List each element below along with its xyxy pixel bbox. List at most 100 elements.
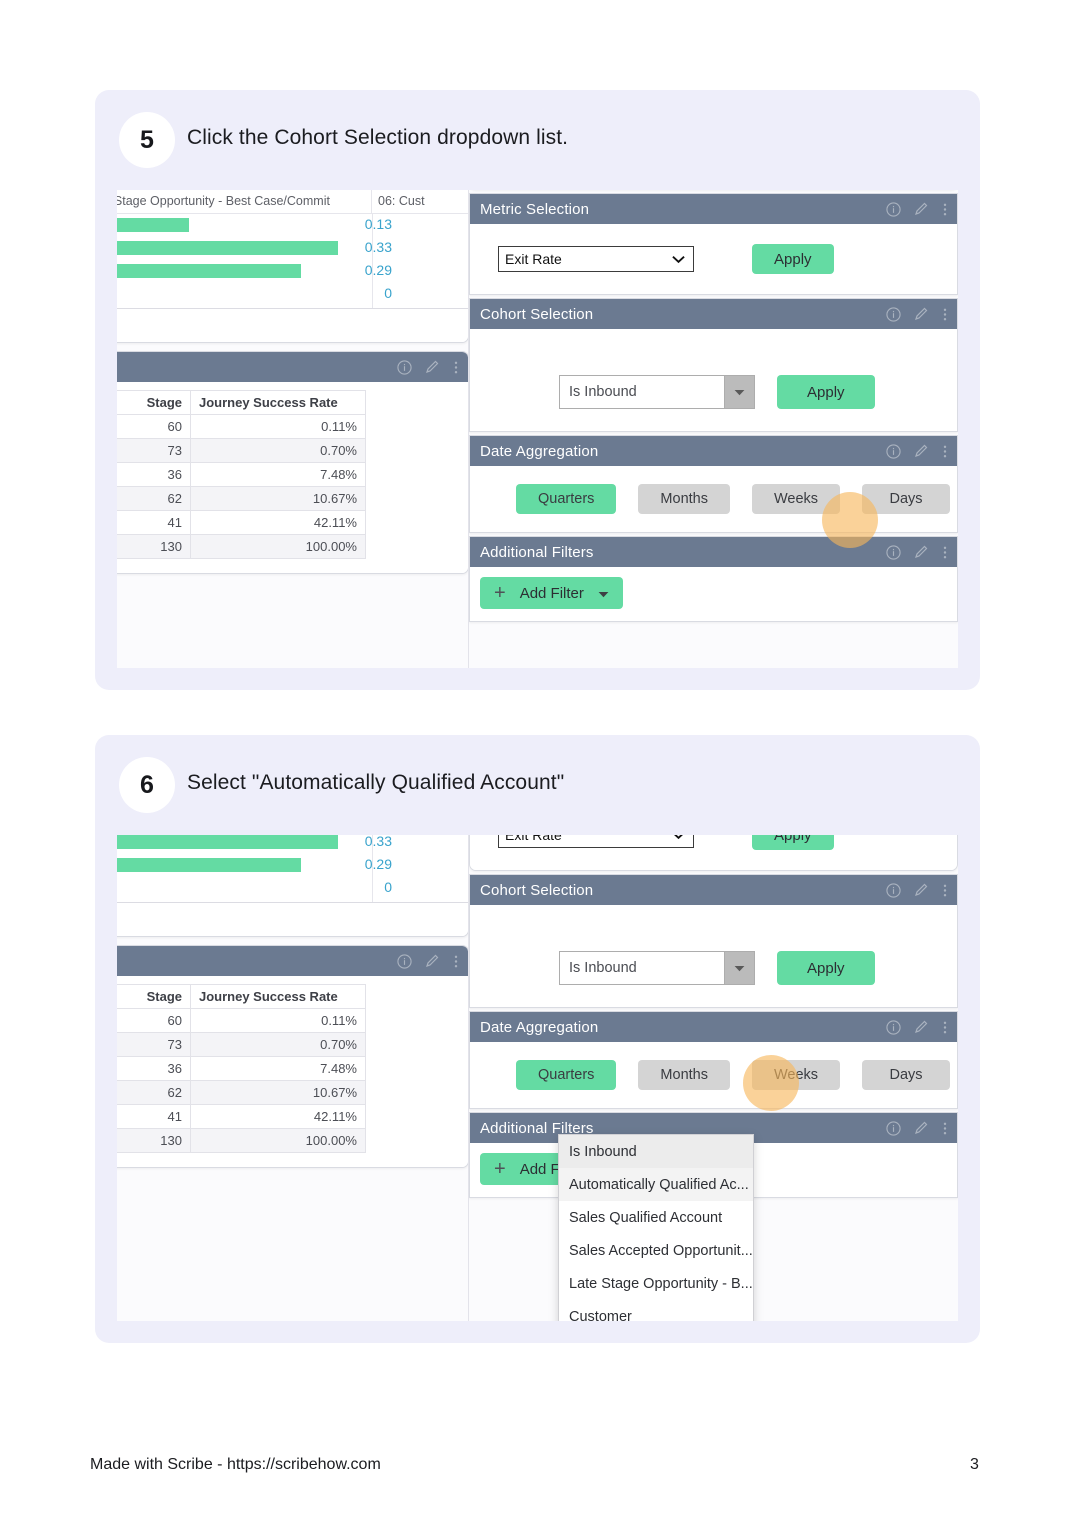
app-screenshot-6: te Stage Opportunity - Best Case/Commit … bbox=[117, 835, 958, 1321]
date-agg-days-button[interactable]: Days bbox=[862, 1060, 951, 1090]
cell-stage: 130 bbox=[117, 1128, 191, 1153]
metric-apply-button[interactable]: Apply bbox=[752, 244, 834, 274]
cell-stage: 130 bbox=[117, 534, 191, 559]
cohort-dropdown-arrow-icon[interactable] bbox=[724, 376, 754, 408]
chevron-down-icon bbox=[672, 835, 685, 843]
more-options-icon[interactable] bbox=[454, 954, 458, 969]
metric-select[interactable]: Exit Rate bbox=[498, 835, 694, 848]
journey-table-body: Stage Journey Success Rate 60 0.11% 73 0.7… bbox=[117, 382, 468, 573]
more-options-icon[interactable] bbox=[943, 545, 947, 560]
cohort-selection-row: Is Inbound Apply bbox=[470, 375, 957, 409]
date-aggregation-pills: Quarters Months Weeks Days bbox=[516, 484, 957, 514]
cell-rate: 100.00% bbox=[190, 1128, 366, 1153]
table-row: 62 10.67% bbox=[117, 1080, 366, 1105]
more-options-icon[interactable] bbox=[943, 202, 947, 217]
add-filter-chevron-icon bbox=[598, 585, 609, 602]
date-aggregation-title-bar: Date Aggregation bbox=[470, 1012, 957, 1042]
info-icon[interactable] bbox=[886, 201, 901, 217]
info-icon[interactable] bbox=[886, 544, 901, 560]
edit-pencil-icon[interactable] bbox=[425, 359, 441, 375]
table-header-row: Stage Journey Success Rate bbox=[117, 390, 366, 415]
cohort-dropdown-arrow-icon[interactable] bbox=[724, 952, 754, 984]
additional-filters-title: Additional Filters bbox=[480, 543, 594, 561]
table-row: 36 7.48% bbox=[117, 462, 366, 487]
bar-row-4: 0 bbox=[117, 283, 468, 306]
widget-icons bbox=[886, 544, 947, 560]
step-instruction-6: Select "Automatically Qualified Account" bbox=[187, 771, 565, 794]
bar-2 bbox=[117, 241, 338, 255]
bar-chart-plot: 0.13 0.33 0.29 0 bbox=[117, 214, 468, 308]
date-agg-months-button[interactable]: Months bbox=[638, 484, 730, 514]
date-aggregation-title: Date Aggregation bbox=[480, 1018, 599, 1036]
cohort-apply-button[interactable]: Apply bbox=[777, 375, 875, 409]
metric-apply-button[interactable]: Apply bbox=[752, 835, 834, 850]
cell-rate: 10.67% bbox=[190, 1080, 366, 1105]
edit-pencil-icon[interactable] bbox=[914, 306, 930, 322]
edit-pencil-icon[interactable] bbox=[425, 953, 441, 969]
table-body: 60 0.11% 73 0.70% 36 7.48% 62 10.67% 41 42.11… bbox=[117, 1008, 366, 1153]
app-right-column-5: Metric Selection Exit Rate Apply Cohort … bbox=[469, 190, 958, 668]
edit-pencil-icon[interactable] bbox=[914, 882, 930, 898]
more-options-icon[interactable] bbox=[943, 1020, 947, 1035]
more-options-icon[interactable] bbox=[943, 307, 947, 322]
bar-value-3: 0.29 bbox=[364, 856, 392, 872]
widget-icons bbox=[886, 201, 947, 217]
cohort-option-customer[interactable]: Customer bbox=[559, 1300, 753, 1322]
edit-pencil-icon[interactable] bbox=[914, 1120, 930, 1136]
date-agg-weeks-button[interactable]: Weeks bbox=[751, 484, 841, 514]
footer-attribution: Made with Scribe - https://scribehow.com bbox=[90, 1456, 381, 1473]
bar-row-3: 0.29 bbox=[117, 260, 468, 283]
info-icon[interactable] bbox=[886, 443, 901, 459]
cohort-option-sales-accepted-opportunity[interactable]: Sales Accepted Opportunit... bbox=[559, 1234, 753, 1267]
chart-footer-space bbox=[117, 902, 468, 936]
edit-pencil-icon[interactable] bbox=[914, 544, 930, 560]
info-icon[interactable] bbox=[397, 359, 412, 375]
info-icon[interactable] bbox=[886, 1120, 901, 1136]
edit-pencil-icon[interactable] bbox=[914, 201, 930, 217]
cohort-option-sales-qualified-account[interactable]: Sales Qualified Account bbox=[559, 1201, 753, 1234]
cohort-apply-button[interactable]: Apply bbox=[777, 951, 875, 985]
cell-stage: 41 bbox=[117, 1104, 191, 1129]
more-options-icon[interactable] bbox=[454, 360, 458, 375]
info-icon[interactable] bbox=[397, 953, 412, 969]
cohort-option-late-stage-opportunity[interactable]: Late Stage Opportunity - B... bbox=[559, 1267, 753, 1300]
cohort-selection-widget: Cohort Selection Is Inbound Apply bbox=[469, 874, 958, 1008]
metric-selection-row: Exit Rate Apply bbox=[470, 835, 957, 850]
bar-row-4: 0 bbox=[117, 877, 468, 900]
cell-rate: 7.48% bbox=[190, 1056, 366, 1081]
info-icon[interactable] bbox=[886, 1019, 901, 1035]
date-agg-quarters-button[interactable]: Quarters bbox=[516, 484, 617, 514]
journey-success-table: Stage Journey Success Rate 60 0.11% 73 0.7… bbox=[117, 984, 366, 1153]
widget-icons bbox=[397, 953, 458, 969]
more-options-icon[interactable] bbox=[943, 883, 947, 898]
cohort-combobox[interactable]: Is Inbound bbox=[559, 375, 755, 409]
cell-stage: 62 bbox=[117, 1080, 191, 1105]
cohort-selection-title-bar: Cohort Selection bbox=[470, 299, 957, 329]
date-agg-weeks-button[interactable]: Weeks bbox=[751, 1060, 841, 1090]
widget-icons bbox=[397, 359, 458, 375]
more-options-icon[interactable] bbox=[943, 1121, 947, 1136]
cell-stage: 73 bbox=[117, 1032, 191, 1057]
date-aggregation-title: Date Aggregation bbox=[480, 442, 599, 460]
cell-rate: 0.70% bbox=[190, 438, 366, 463]
bar-chart-widget: te Stage Opportunity - Best Case/Commit … bbox=[117, 835, 468, 937]
more-options-icon[interactable] bbox=[943, 444, 947, 459]
edit-pencil-icon[interactable] bbox=[914, 443, 930, 459]
date-agg-quarters-button[interactable]: Quarters bbox=[516, 1060, 617, 1090]
widget-icons bbox=[886, 443, 947, 459]
metric-selection-title: Metric Selection bbox=[480, 200, 590, 218]
date-agg-months-button[interactable]: Months bbox=[638, 1060, 730, 1090]
cohort-option-is-inbound[interactable]: Is Inbound bbox=[559, 1135, 753, 1168]
cohort-dropdown-list[interactable]: Is Inbound Automatically Qualified Ac...… bbox=[558, 1134, 754, 1321]
cell-stage: 73 bbox=[117, 438, 191, 463]
add-filter-button[interactable]: + Add Filter bbox=[480, 577, 623, 609]
cohort-option-automatically-qualified-account[interactable]: Automatically Qualified Ac... bbox=[559, 1168, 753, 1201]
edit-pencil-icon[interactable] bbox=[914, 1019, 930, 1035]
metric-select[interactable]: Exit Rate bbox=[498, 246, 694, 272]
chart-footer-space bbox=[117, 308, 468, 342]
cohort-combobox[interactable]: Is Inbound bbox=[559, 951, 755, 985]
cohort-selection-row: Is Inbound Apply bbox=[470, 951, 957, 985]
info-icon[interactable] bbox=[886, 882, 901, 898]
info-icon[interactable] bbox=[886, 306, 901, 322]
date-agg-days-button[interactable]: Days bbox=[862, 484, 951, 514]
